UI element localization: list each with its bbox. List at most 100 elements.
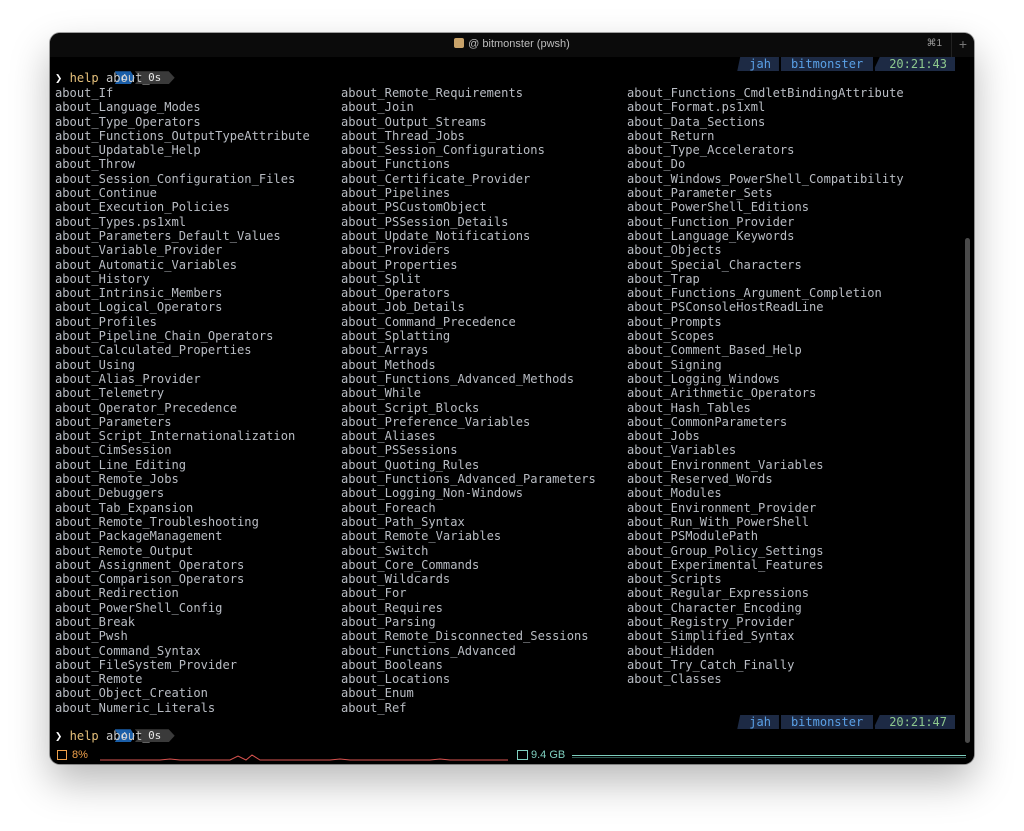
help-topic-item: about_Intrinsic_Members — [55, 286, 223, 301]
help-topic-item: about_Variables — [627, 443, 737, 458]
help-topic-item: about_Regular_Expressions — [627, 586, 810, 601]
help-topic-item: about_Function_Provider — [627, 214, 795, 229]
help-topic-item: about_Script_Blocks — [341, 400, 480, 415]
help-topic-item: about_Character_Encoding — [627, 600, 802, 615]
help-topic-item: about_Calculated_Properties — [55, 343, 252, 358]
help-topic-item: about_Environment_Provider — [627, 500, 817, 515]
help-topic-item: about_Properties — [341, 257, 458, 272]
help-topic-item: about_Experimental_Features — [627, 557, 824, 572]
help-topic-item: about_Return — [627, 128, 715, 143]
command-line[interactable]: ❯ help about_ — [55, 729, 150, 743]
help-topic-item: about_Job_Details — [341, 300, 465, 315]
help-topic-item: about_Functions_Argument_Completion — [627, 286, 882, 301]
memory-usage: 9.4 GB — [531, 749, 566, 761]
help-topic-item: about_Providers — [341, 243, 451, 258]
help-topic-item: about_Functions_CmdletBindingAttribute — [627, 86, 904, 100]
help-topic-item: about_Remote — [55, 672, 143, 687]
cpu-icon — [57, 750, 67, 760]
help-topic-item: about_Redirection — [55, 586, 179, 601]
title-bar[interactable]: @ bitmonster (pwsh) ⌘1 + — [50, 33, 974, 57]
help-topic-item: about_Parameters_Default_Values — [55, 228, 281, 243]
help-topic-item: about_Do — [627, 157, 686, 172]
help-topic-item: about_Tab_Expansion — [55, 500, 194, 515]
help-topic-item: about_Continue — [55, 186, 157, 201]
help-topic-item: about_Throw — [55, 157, 136, 172]
help-topic-item: about_Core_Commands — [341, 557, 480, 572]
help-topic-item: about_Booleans — [341, 657, 443, 672]
help-topic-item: about_Simplified_Syntax — [627, 629, 795, 644]
help-topic-item: about_FileSystem_Provider — [55, 657, 238, 672]
help-topic-item: about_Parameter_Sets — [627, 186, 773, 201]
help-topic-item: about_Update_Notifications — [341, 228, 531, 243]
help-topic-item: about_Scripts — [627, 572, 722, 587]
help-topic-item: about_Functions_Advanced_Methods — [341, 371, 574, 386]
output-column-3: about_Functions_CmdletBindingAttribute ab… — [627, 86, 904, 686]
help-topic-item: about_Remote_Output — [55, 543, 194, 558]
help-topic-item: about_PSCustomObject — [341, 200, 487, 215]
help-topic-item: about_Classes — [627, 672, 722, 687]
prompt-line: ⌂ 0s — [55, 57, 175, 85]
help-topic-item: about_Assignment_Operators — [55, 557, 245, 572]
help-topic-item: about_Reserved_Words — [627, 472, 773, 487]
help-topic-item: about_Pipeline_Chain_Operators — [55, 329, 274, 344]
help-topic-item: about_PowerShell_Editions — [627, 200, 810, 215]
help-topic-item: about_Objects — [627, 243, 722, 258]
help-topic-item: about_Modules — [627, 486, 722, 501]
help-topic-item: about_Comparison_Operators — [55, 572, 245, 587]
command-arg: about_ — [105, 71, 150, 85]
help-topic-item: about_Group_Policy_Settings — [627, 543, 824, 558]
new-tab-button[interactable]: + — [951, 33, 974, 57]
help-topic-item: about_Format.ps1xml — [627, 100, 766, 115]
scrollbar[interactable] — [965, 238, 970, 743]
command-line: ❯ help about_ — [55, 71, 150, 85]
help-topic-item: about_Remote_Troubleshooting — [55, 514, 259, 529]
user-segment: jah — [737, 715, 779, 729]
prompt-char: ❯ — [55, 729, 63, 743]
memory-graph — [572, 755, 966, 756]
help-topic-item: about_Operators — [341, 286, 451, 301]
help-topic-item: about_Foreach — [341, 500, 436, 515]
help-topic-item: about_Scopes — [627, 329, 715, 344]
help-topic-item: about_Session_Configurations — [341, 143, 545, 158]
help-topic-item: about_Environment_Variables — [627, 457, 824, 472]
output-column-1: about_If about_Language_Modes about_Type_O… — [55, 86, 310, 715]
help-topic-item: about_PSConsoleHostReadLine — [627, 300, 824, 315]
help-topic-item: about_Signing — [627, 357, 722, 372]
help-topic-item: about_Command_Syntax — [55, 643, 201, 658]
help-topic-item: about_Session_Configuration_Files — [55, 171, 296, 186]
help-topic-item: about_CommonParameters — [627, 414, 788, 429]
help-topic-item: about_Logging_Non-Windows — [341, 486, 524, 501]
time-segment: 20:21:47 — [873, 715, 955, 729]
time-segment: 20:21:43 — [873, 57, 955, 71]
command-text: help — [69, 71, 99, 85]
help-topic-item: about_Type_Operators — [55, 114, 201, 129]
help-topic-item: about_Automatic_Variables — [55, 257, 238, 272]
help-topic-item: about_Special_Characters — [627, 257, 802, 272]
help-topic-item: about_PowerShell_Config — [55, 600, 223, 615]
help-topic-item: about_Try_Catch_Finally — [627, 657, 795, 672]
help-topic-item: about_Line_Editing — [55, 457, 187, 472]
terminal-content[interactable]: ⌂ 0s jah bitmonster 20:21:43 ❯ help about_ … — [55, 57, 960, 747]
help-topic-item: about_Prompts — [627, 314, 722, 329]
help-topic-item: about_Trap — [627, 271, 700, 286]
help-topic-item: about_Execution_Policies — [55, 200, 230, 215]
help-topic-item: about_Certificate_Provider — [341, 171, 531, 186]
help-topic-item: about_Operator_Precedence — [55, 400, 238, 415]
help-topic-item: about_Object_Creation — [55, 686, 208, 701]
help-topic-item: about_While — [341, 386, 422, 401]
help-topic-item: about_Quoting_Rules — [341, 457, 480, 472]
help-topic-item: about_Command_Precedence — [341, 314, 516, 329]
prompt-char: ❯ — [55, 71, 63, 85]
help-topic-item: about_Data_Sections — [627, 114, 766, 129]
help-topic-item: about_Run_With_PowerShell — [627, 514, 810, 529]
help-topic-item: about_Parsing — [341, 614, 436, 629]
help-topic-item: about_Requires — [341, 600, 443, 615]
status-bar: 8% 9.4 GB — [50, 747, 974, 764]
help-topic-item: about_Switch — [341, 543, 429, 558]
help-topic-item: about_Hash_Tables — [627, 400, 751, 415]
help-topic-item: about_Path_Syntax — [341, 514, 465, 529]
prompt-line: ⌂ 0s — [55, 715, 175, 743]
command-text: help — [69, 729, 99, 743]
help-topic-item: about_Functions_OutputTypeAttribute — [55, 128, 310, 143]
help-topic-item: about_Functions_Advanced_Parameters — [341, 472, 596, 487]
